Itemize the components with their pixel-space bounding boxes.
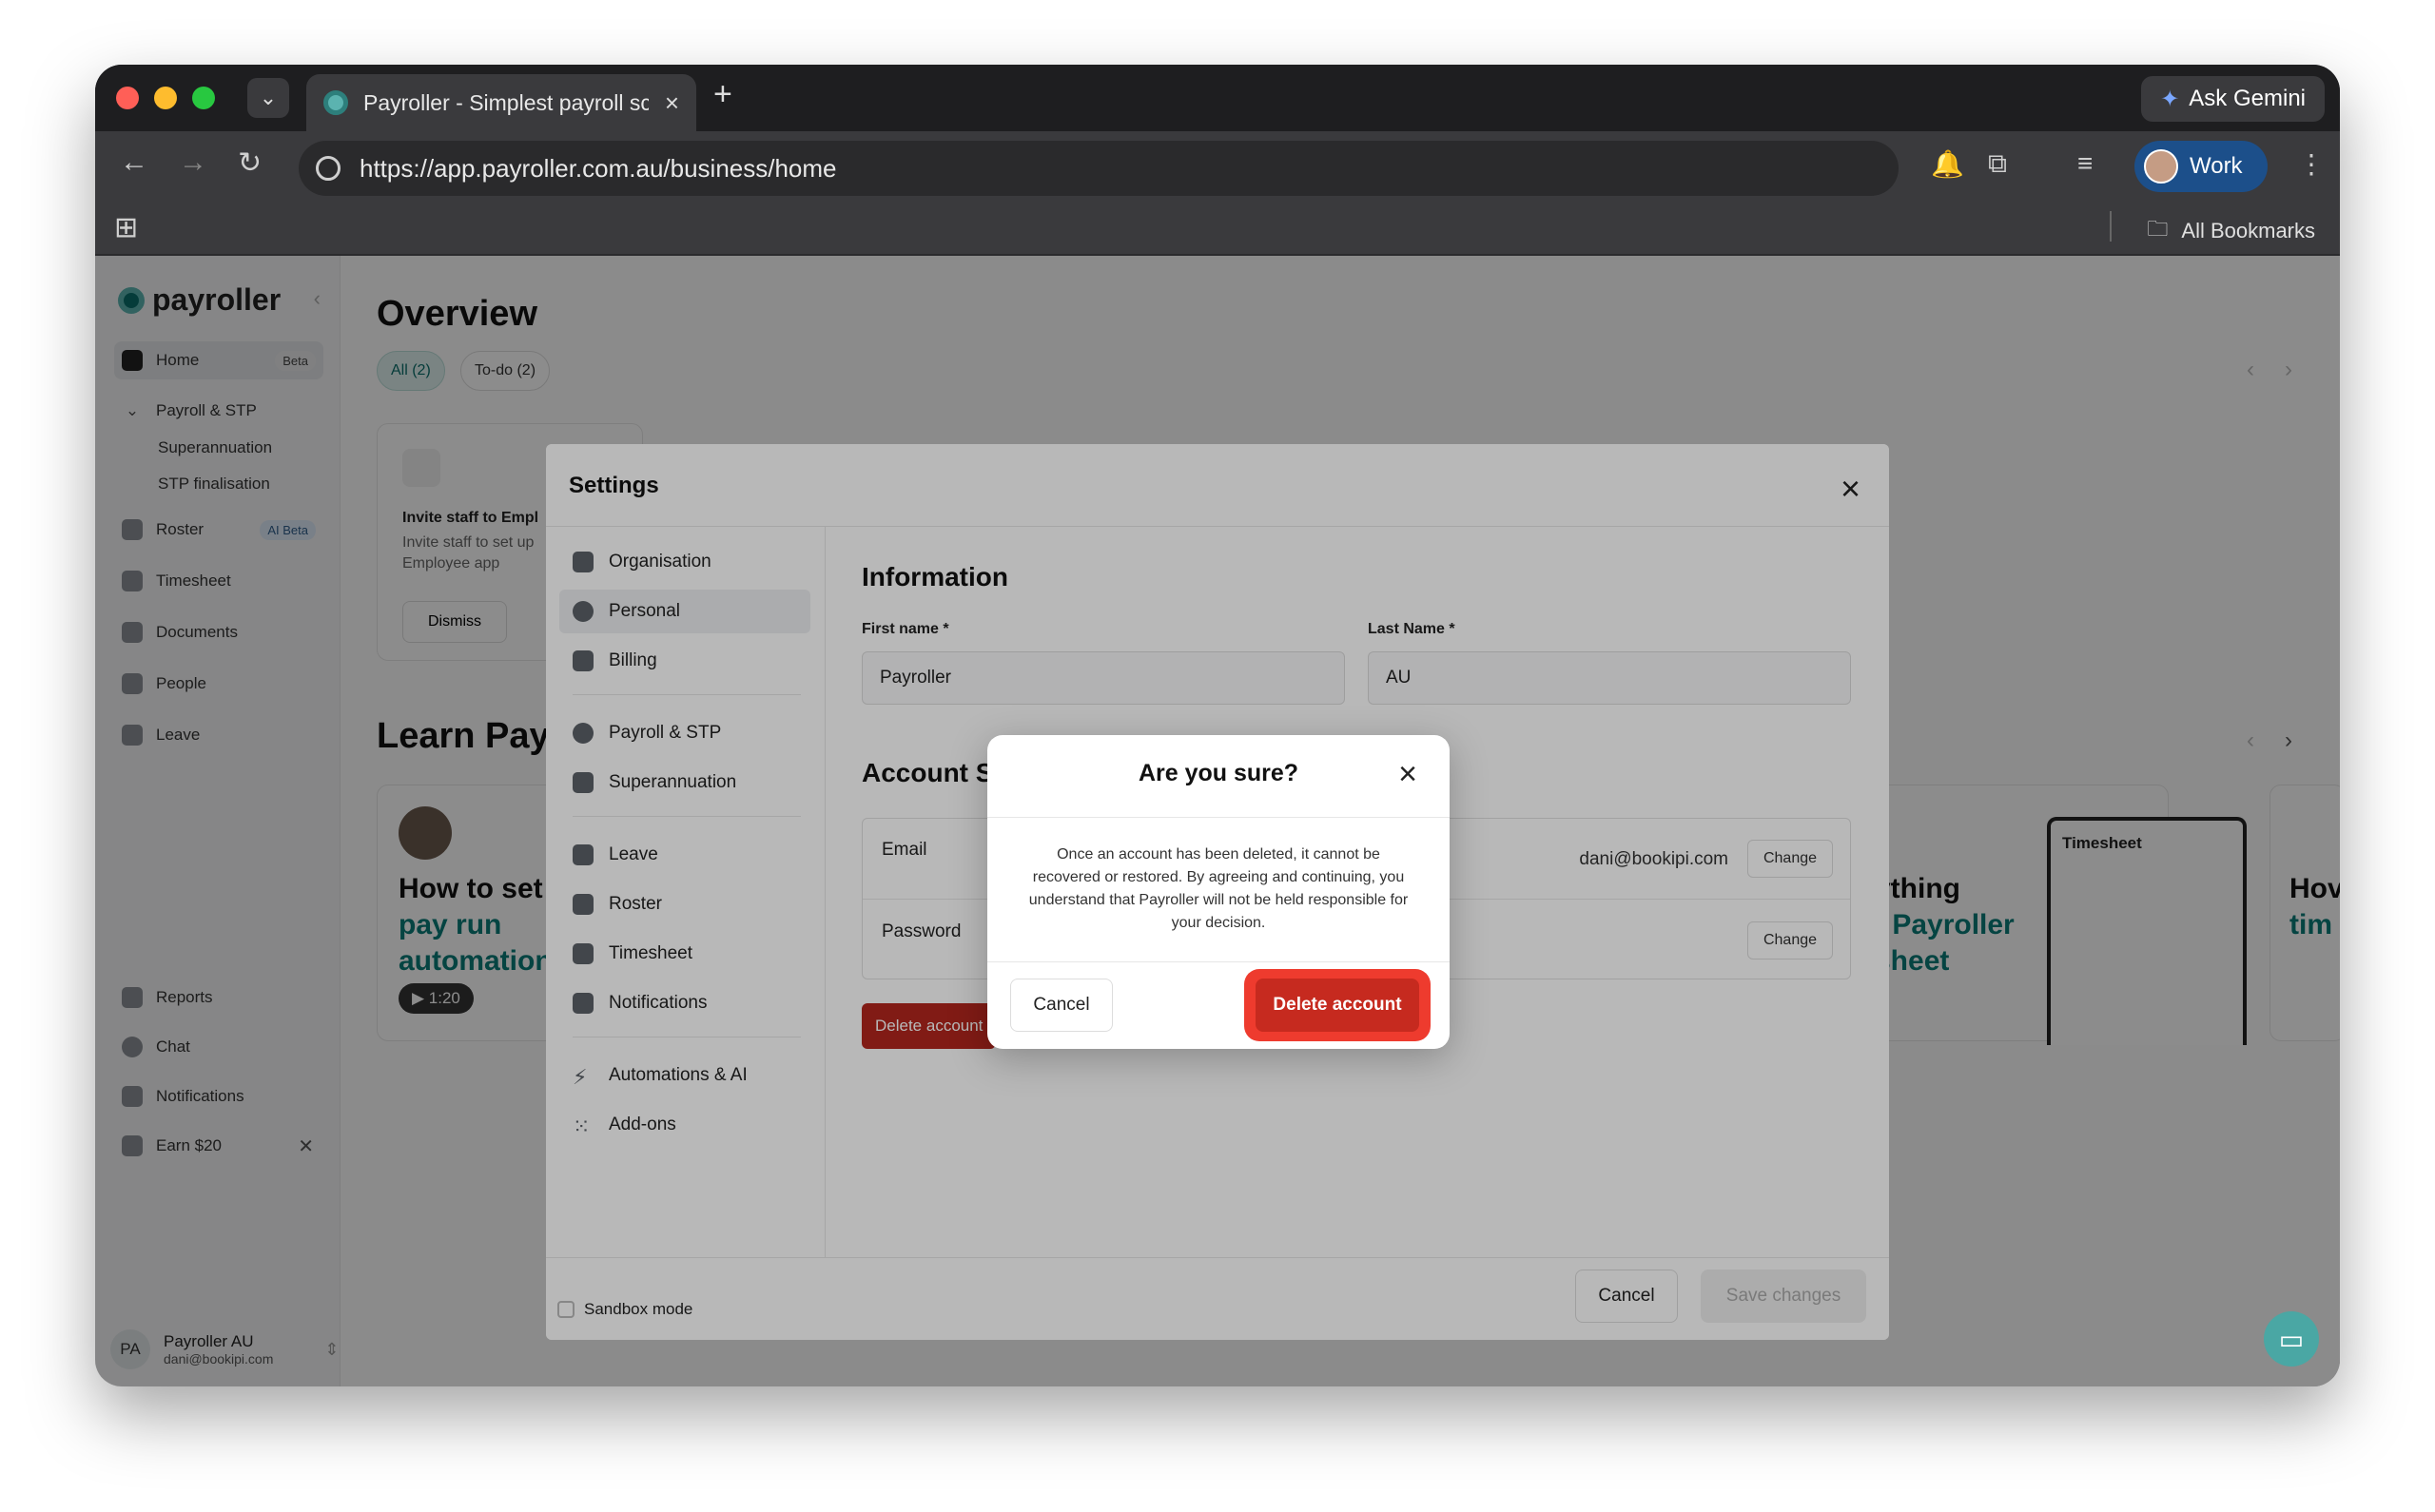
media-control-icon[interactable]: ≡	[2077, 148, 2093, 179]
browser-tab-active[interactable]: Payroller - Simplest payroll sc ×	[306, 74, 696, 131]
cancel-button[interactable]: Cancel	[1010, 979, 1113, 1032]
tab-search-button[interactable]: ⌄	[247, 78, 289, 118]
browser-toolbar: ← → ↻ https://app.payroller.com.au/busin…	[95, 131, 2340, 198]
minimize-window-button[interactable]	[154, 87, 177, 109]
app-page: payroller ‹ Home Beta ⌄ Payroll & STP Su…	[95, 256, 2340, 1386]
tab-bar: ⌄ Payroller - Simplest payroll sc × + ✦ …	[95, 65, 2340, 131]
ask-gemini-label: Ask Gemini	[2189, 86, 2306, 111]
reload-icon[interactable]: ↻	[238, 146, 262, 180]
divider	[987, 817, 1450, 818]
extensions-icon[interactable]: ⧉	[1988, 148, 2007, 180]
profile-button[interactable]: Work	[2134, 141, 2268, 192]
all-bookmarks-button[interactable]: 🗀 All Bookmarks	[2147, 213, 2315, 249]
profile-label: Work	[2190, 153, 2243, 179]
chat-icon: ▭	[2278, 1324, 2305, 1354]
profile-avatar	[2144, 149, 2178, 184]
address-bar[interactable]: https://app.payroller.com.au/business/ho…	[299, 141, 1899, 196]
maximize-window-button[interactable]	[192, 87, 215, 109]
browser-window: ⌄ Payroller - Simplest payroll sc × + ✦ …	[95, 65, 2340, 1386]
bookmarks-bar: ⊞ 🗀 All Bookmarks	[95, 198, 2340, 255]
apps-grid-icon[interactable]: ⊞	[114, 211, 138, 244]
ask-gemini-button[interactable]: ✦ Ask Gemini	[2141, 76, 2325, 122]
all-bookmarks-label: All Bookmarks	[2181, 219, 2315, 242]
divider	[987, 961, 1450, 962]
alert-bell-icon[interactable]: 🔔	[1931, 148, 1964, 180]
payroller-favicon-icon	[323, 90, 348, 115]
url-text: https://app.payroller.com.au/business/ho…	[360, 153, 837, 183]
support-chat-button[interactable]: ▭	[2264, 1311, 2319, 1367]
close-window-button[interactable]	[116, 87, 139, 109]
more-menu-icon[interactable]: ⋮	[2298, 148, 2325, 180]
confirm-delete-dialog: Are you sure? × Once an account has been…	[987, 735, 1450, 1049]
dialog-title: Are you sure?	[1138, 760, 1299, 786]
confirm-delete-account-button[interactable]: Delete account	[1256, 979, 1419, 1032]
chevron-down-icon: ⌄	[259, 86, 278, 109]
tab-title: Payroller - Simplest payroll sc	[363, 89, 649, 115]
gemini-sparkle-icon: ✦	[2160, 86, 2180, 112]
back-arrow-icon[interactable]: ←	[120, 146, 148, 179]
folder-icon: 🗀	[2147, 217, 2169, 241]
close-icon[interactable]: ×	[1398, 756, 1417, 793]
bookmarks-divider	[2110, 211, 2112, 242]
new-tab-button[interactable]: +	[713, 76, 732, 113]
dialog-message: Once an account has been deleted, it can…	[1028, 846, 1409, 931]
forward-arrow-icon[interactable]: →	[179, 146, 207, 179]
tab-close-icon[interactable]: ×	[665, 88, 679, 118]
site-info-icon[interactable]	[316, 156, 341, 181]
